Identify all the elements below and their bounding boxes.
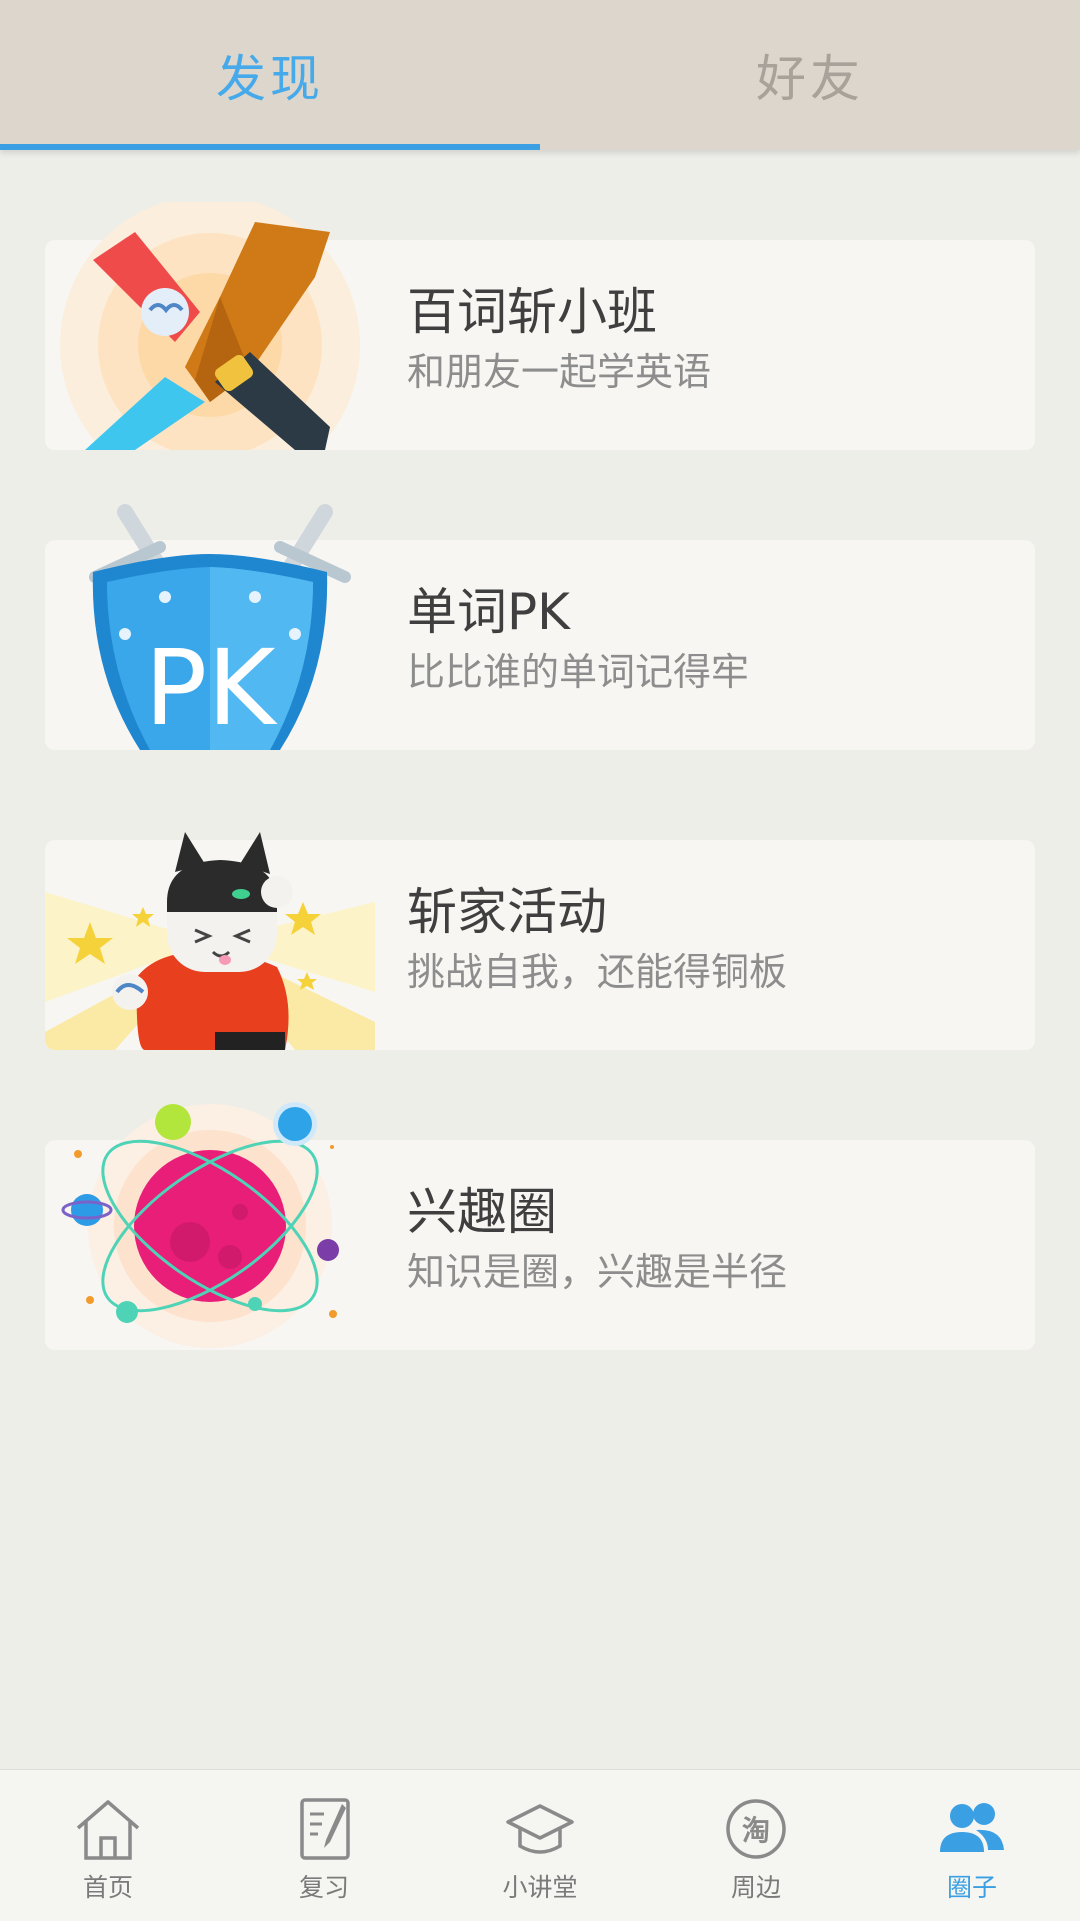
tab-discover[interactable]: 发现 [0,0,540,150]
friends-icon [940,1803,1004,1852]
card-title: 百词斩小班 [407,283,657,341]
card-interest-circle[interactable]: 兴趣圈 知识是圈，兴趣是半径 [45,1102,1035,1350]
nav-merch[interactable]: 淘 周边 [648,1770,864,1921]
pk-badge-text: PK [145,627,279,749]
svg-text:淘: 淘 [742,1814,770,1847]
cheering-cat-icon [45,802,375,1050]
card-title: 单词PK [407,583,570,641]
handshake-icon [45,202,375,450]
card-title: 兴趣圈 [407,1183,557,1241]
card-study-group[interactable]: 百词斩小班 和朋友一起学英语 [45,202,1035,450]
card-title: 斩家活动 [407,883,607,941]
pk-shield-icon: PK [45,502,375,750]
nav-label: 小讲堂 [502,1873,578,1902]
card-subtitle: 知识是圈，兴趣是半径 [407,1250,788,1294]
bottom-nav: 首页 复习 小讲堂 淘 周边 圈子 [0,1769,1080,1921]
card-subtitle: 比比谁的单词记得牢 [407,650,750,694]
planet-icon [45,1102,375,1350]
nav-review[interactable]: 复习 [216,1770,432,1921]
nav-home[interactable]: 首页 [0,1770,216,1921]
card-word-pk[interactable]: PK 单词PK 比比谁的单词记得牢 [45,504,1035,750]
nav-label: 圈子 [946,1873,997,1902]
taobao-shop-icon: 淘 [726,1799,786,1859]
active-tab-indicator [0,144,540,150]
card-subtitle: 挑战自我，还能得铜板 [407,950,788,994]
home-icon [76,1800,140,1860]
nav-label: 复习 [298,1873,349,1902]
nav-lecture[interactable]: 小讲堂 [432,1770,648,1921]
card-events[interactable]: 斩家活动 挑战自我，还能得铜板 [45,832,1035,1050]
top-tab-bar: 发现 好友 [0,0,1080,150]
nav-label: 周边 [730,1873,781,1902]
card-subtitle: 和朋友一起学英语 [407,350,712,394]
graduation-cap-icon [506,1804,574,1854]
nav-circle[interactable]: 圈子 [864,1770,1080,1921]
nav-label: 首页 [82,1873,133,1902]
review-notebook-icon [300,1798,350,1860]
tab-friends[interactable]: 好友 [540,0,1080,150]
